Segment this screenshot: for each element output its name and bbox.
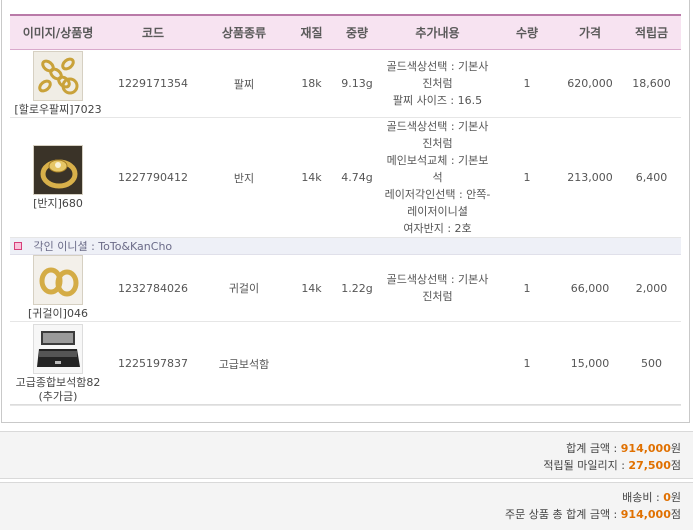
grand-total-line: 주문 상품 총 합계 금액 : 914,000점 bbox=[505, 506, 681, 522]
table-row: [반지]680 1227790412 반지 14k 4.74g 골드색상선택 :… bbox=[10, 117, 681, 238]
product-code: 1225197837 bbox=[106, 321, 200, 406]
product-options: 골드색상선택 : 기본사 진처럼 팔찌 사이즈 : 16.5 bbox=[379, 49, 496, 118]
table-header-row: 이미지/상품명 코드 상품종류 재질 중량 추가내용 수량 가격 적립금 bbox=[10, 14, 681, 50]
option-line: 진처럼 bbox=[422, 77, 453, 90]
product-cell: 고급종합보석함82 (추가금) bbox=[10, 321, 106, 406]
option-line: 골드색상선택 : 기본사 bbox=[386, 120, 489, 133]
grand-total-value: 914,000 bbox=[620, 508, 671, 521]
product-points: 2,000 bbox=[622, 254, 681, 322]
product-material: 18k bbox=[288, 49, 335, 118]
product-weight: 9.13g bbox=[335, 49, 379, 118]
total-amount-label: 합계 금액 : bbox=[566, 442, 621, 455]
col-header-code: 코드 bbox=[106, 14, 200, 50]
product-price: 620,000 bbox=[558, 49, 622, 118]
grand-total-label: 주문 상품 총 합계 금액 : bbox=[505, 508, 621, 521]
col-header-image-name: 이미지/상품명 bbox=[10, 14, 106, 50]
engraving-note-row: 각인 이니셜 : ToTo&KanCho bbox=[10, 237, 681, 255]
product-price: 213,000 bbox=[558, 117, 622, 238]
shipping-line: 배송비 : 0원 bbox=[622, 489, 681, 505]
col-header-options: 추가내용 bbox=[379, 14, 496, 50]
product-qty: 1 bbox=[496, 49, 558, 118]
table-row: [귀걸이]046 1232784026 귀걸이 14k 1.22g 골드색상선택… bbox=[10, 254, 681, 322]
product-cell: [할로우팔찌]7023 bbox=[10, 49, 106, 118]
total-amount-unit: 원 bbox=[670, 442, 681, 455]
total-amount-value: 914,000 bbox=[620, 442, 671, 455]
shipping-label: 배송비 : bbox=[622, 491, 664, 504]
product-qty: 1 bbox=[496, 117, 558, 238]
product-image-ring[interactable] bbox=[33, 144, 83, 195]
product-cell: [반지]680 bbox=[10, 117, 106, 238]
product-name[interactable]: [반지]680 bbox=[10, 197, 106, 211]
product-code: 1232784026 bbox=[106, 254, 200, 322]
product-name-note: (추가금) bbox=[38, 389, 78, 403]
col-header-material: 재질 bbox=[288, 14, 335, 50]
product-qty: 1 bbox=[496, 254, 558, 322]
product-name[interactable]: [할로우팔찌]7023 bbox=[10, 103, 106, 117]
table-row: [할로우팔찌]7023 1229171354 팔찌 18k 9.13g 골드색상… bbox=[10, 49, 681, 118]
product-price: 15,000 bbox=[558, 321, 622, 406]
grand-total-unit: 점 bbox=[670, 508, 681, 521]
col-header-qty: 수량 bbox=[496, 14, 558, 50]
product-code: 1229171354 bbox=[106, 49, 200, 118]
product-options bbox=[379, 321, 496, 406]
product-type: 팔찌 bbox=[200, 49, 288, 118]
option-line: 석 bbox=[432, 171, 443, 184]
col-header-weight: 중량 bbox=[335, 14, 379, 50]
option-line: 팔찌 사이즈 : 16.5 bbox=[392, 94, 483, 107]
shipping-value: 0 bbox=[663, 491, 671, 504]
product-image-jewelry-box[interactable] bbox=[33, 323, 83, 374]
product-material: 14k bbox=[288, 254, 335, 322]
product-material: 14k bbox=[288, 117, 335, 238]
option-line: 골드색상선택 : 기본사 bbox=[386, 273, 489, 286]
product-material bbox=[288, 321, 335, 406]
table-row: 고급종합보석함82 (추가금) 1225197837 고급보석함 1 15,00… bbox=[10, 321, 681, 406]
order-summary-totals: 합계 금액 : 914,000원 적립될 마일리지 : 27,500점 bbox=[0, 431, 693, 479]
product-code: 1227790412 bbox=[106, 117, 200, 238]
product-qty: 1 bbox=[496, 321, 558, 406]
option-line: 진처럼 bbox=[422, 137, 453, 150]
option-line: 여자반지 : 2호 bbox=[403, 222, 472, 235]
bullet-square-icon bbox=[14, 242, 22, 250]
product-image-earrings[interactable] bbox=[33, 255, 83, 305]
engraving-note-cell: 각인 이니셜 : ToTo&KanCho bbox=[10, 237, 681, 255]
mileage-unit: 점 bbox=[670, 459, 681, 472]
product-points: 18,600 bbox=[622, 49, 681, 118]
product-name[interactable]: [귀걸이]046 bbox=[10, 307, 106, 321]
col-header-type: 상품종류 bbox=[200, 14, 288, 50]
option-line: 레이저이니셜 bbox=[407, 205, 468, 218]
order-items-table: 이미지/상품명 코드 상품종류 재질 중량 추가내용 수량 가격 적립금 [할로… bbox=[10, 14, 681, 406]
product-type: 반지 bbox=[200, 117, 288, 238]
order-summary-grand: 배송비 : 0원 주문 상품 총 합계 금액 : 914,000점 bbox=[0, 482, 693, 530]
product-weight bbox=[335, 321, 379, 406]
table-bottom-divider bbox=[10, 404, 681, 405]
product-options: 골드색상선택 : 기본사 진처럼 메인보석교체 : 기본보 석 레이저각인선택 … bbox=[379, 117, 496, 238]
mileage-value: 27,500 bbox=[628, 459, 671, 472]
product-options: 골드색상선택 : 기본사 진처럼 bbox=[379, 254, 496, 322]
col-header-price: 가격 bbox=[558, 14, 622, 50]
option-line: 골드색상선택 : 기본사 bbox=[386, 60, 489, 73]
product-points: 6,400 bbox=[622, 117, 681, 238]
product-cell: [귀걸이]046 bbox=[10, 254, 106, 322]
shipping-unit: 원 bbox=[670, 491, 681, 504]
product-weight: 4.74g bbox=[335, 117, 379, 238]
option-line: 레이저각인선택 : 안쪽- bbox=[384, 188, 491, 201]
col-header-points: 적립금 bbox=[622, 14, 681, 50]
product-type: 고급보석함 bbox=[200, 321, 288, 406]
product-points: 500 bbox=[622, 321, 681, 406]
engraving-note-text: 각인 이니셜 : ToTo&KanCho bbox=[33, 240, 173, 253]
total-amount-line: 합계 금액 : 914,000원 bbox=[566, 440, 681, 456]
option-line: 진처럼 bbox=[422, 290, 453, 303]
product-name[interactable]: 고급종합보석함82 bbox=[10, 376, 106, 390]
product-price: 66,000 bbox=[558, 254, 622, 322]
product-weight: 1.22g bbox=[335, 254, 379, 322]
product-type: 귀걸이 bbox=[200, 254, 288, 322]
mileage-label: 적립될 마일리지 : bbox=[543, 459, 629, 472]
product-image-bracelet[interactable] bbox=[33, 50, 83, 101]
mileage-line: 적립될 마일리지 : 27,500점 bbox=[543, 457, 681, 473]
option-line: 메인보석교체 : 기본보 bbox=[386, 154, 489, 167]
